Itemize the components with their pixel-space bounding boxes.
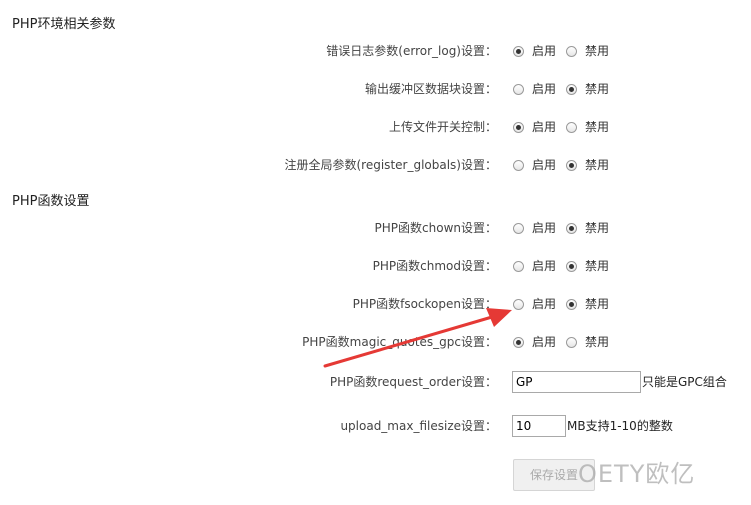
radio-label-disable: 禁用: [585, 44, 610, 58]
radio-group-chmod: 启用 禁用: [513, 255, 619, 277]
radio-register-globals-disable[interactable]: 禁用: [566, 154, 609, 176]
radio-label-enable: 启用: [532, 221, 557, 235]
upload-max-filesize-input[interactable]: [512, 415, 566, 437]
setting-label: 上传文件开关控制：: [388, 120, 497, 134]
radio-chmod-disable[interactable]: 禁用: [566, 255, 609, 277]
radio-register-globals-enable[interactable]: 启用: [513, 154, 556, 176]
setting-label: upload_max_filesize设置：: [340, 419, 497, 433]
radio-circle[interactable]: [513, 83, 524, 95]
radio-label-disable: 禁用: [585, 221, 610, 235]
setting-row-upload-max-filesize: upload_max_filesize设置： MB支持1-10的整数: [0, 415, 751, 437]
radio-output-buffer-disable[interactable]: 禁用: [566, 78, 609, 100]
radio-circle[interactable]: [566, 45, 578, 57]
setting-label: PHP函数fsockopen设置：: [352, 297, 497, 311]
setting-label: PHP函数chmod设置：: [372, 259, 497, 273]
radio-chown-enable[interactable]: 启用: [513, 217, 556, 239]
radio-group-magic-quotes-gpc: 启用 禁用: [513, 331, 619, 353]
setting-row-error-log: 错误日志参数(error_log)设置： 启用 禁用: [0, 40, 751, 62]
radio-label-enable: 启用: [532, 158, 557, 172]
request-order-input[interactable]: [512, 371, 641, 393]
setting-row-output-buffer: 输出缓冲区数据块设置： 启用 禁用: [0, 78, 751, 100]
radio-circle[interactable]: [513, 159, 524, 171]
radio-circle-checked[interactable]: [513, 45, 524, 57]
setting-label: 注册全局参数(register_globals)设置：: [284, 158, 498, 172]
radio-magic-quotes-gpc-disable[interactable]: 禁用: [566, 331, 609, 353]
watermark-logo: OETY欧亿: [578, 460, 696, 488]
radio-label-disable: 禁用: [585, 158, 610, 172]
radio-circle[interactable]: [566, 336, 578, 348]
upload-max-filesize-hint: MB支持1-10的整数: [567, 419, 673, 433]
setting-row-file-upload: 上传文件开关控制： 启用 禁用: [0, 116, 751, 138]
radio-label-disable: 禁用: [585, 120, 610, 134]
setting-row-chown: PHP函数chown设置： 启用 禁用: [0, 217, 751, 239]
setting-row-fsockopen: PHP函数fsockopen设置： 启用 禁用: [0, 293, 751, 315]
setting-label: PHP函数chown设置：: [374, 221, 497, 235]
radio-fsockopen-disable[interactable]: 禁用: [566, 293, 609, 315]
radio-error-log-enable[interactable]: 启用: [513, 40, 556, 62]
setting-label: PHP函数request_order设置：: [329, 375, 497, 389]
radio-output-buffer-enable[interactable]: 启用: [513, 78, 556, 100]
radio-group-error-log: 启用 禁用: [513, 40, 619, 62]
section-title-php-functions: PHP函数设置: [12, 194, 90, 209]
request-order-hint: 只能是GPC组合: [642, 375, 727, 389]
radio-label-disable: 禁用: [585, 82, 610, 96]
radio-fsockopen-enable[interactable]: 启用: [513, 293, 556, 315]
radio-circle-checked[interactable]: [566, 159, 578, 171]
radio-file-upload-disable[interactable]: 禁用: [566, 116, 609, 138]
radio-chown-disable[interactable]: 禁用: [566, 217, 609, 239]
save-settings-button[interactable]: 保存设置: [513, 459, 595, 491]
radio-group-fsockopen: 启用 禁用: [513, 293, 619, 315]
radio-group-output-buffer: 启用 禁用: [513, 78, 619, 100]
radio-label-enable: 启用: [532, 120, 557, 134]
section-title-php-env: PHP环境相关参数: [12, 17, 116, 32]
radio-circle-checked[interactable]: [513, 336, 524, 348]
radio-label-enable: 启用: [532, 82, 557, 96]
radio-circle-checked[interactable]: [566, 222, 578, 234]
setting-label: 输出缓冲区数据块设置：: [364, 82, 497, 96]
radio-group-register-globals: 启用 禁用: [513, 154, 619, 176]
radio-chmod-enable[interactable]: 启用: [513, 255, 556, 277]
radio-group-file-upload: 启用 禁用: [513, 116, 619, 138]
setting-label: 错误日志参数(error_log)设置：: [326, 44, 497, 58]
setting-row-chmod: PHP函数chmod设置： 启用 禁用: [0, 255, 751, 277]
radio-label-enable: 启用: [532, 335, 557, 349]
setting-row-register-globals: 注册全局参数(register_globals)设置： 启用 禁用: [0, 154, 751, 176]
radio-circle[interactable]: [566, 121, 578, 133]
setting-row-magic-quotes-gpc: PHP函数magic_quotes_gpc设置： 启用 禁用: [0, 331, 751, 353]
radio-label-disable: 禁用: [585, 297, 610, 311]
radio-magic-quotes-gpc-enable[interactable]: 启用: [513, 331, 556, 353]
radio-group-chown: 启用 禁用: [513, 217, 619, 239]
radio-circle-checked[interactable]: [513, 121, 524, 133]
radio-label-enable: 启用: [532, 44, 557, 58]
radio-circle[interactable]: [513, 260, 524, 272]
radio-label-enable: 启用: [532, 297, 557, 311]
radio-circle-checked[interactable]: [566, 260, 578, 272]
radio-circle-checked[interactable]: [566, 83, 578, 95]
setting-label: PHP函数magic_quotes_gpc设置：: [302, 335, 497, 349]
radio-circle[interactable]: [513, 222, 524, 234]
radio-label-enable: 启用: [532, 259, 557, 273]
radio-error-log-disable[interactable]: 禁用: [566, 40, 609, 62]
radio-label-disable: 禁用: [585, 259, 610, 273]
radio-circle[interactable]: [513, 298, 524, 310]
radio-circle-checked[interactable]: [566, 298, 578, 310]
radio-file-upload-enable[interactable]: 启用: [513, 116, 556, 138]
setting-row-request-order: PHP函数request_order设置： 只能是GPC组合: [0, 371, 751, 393]
radio-label-disable: 禁用: [585, 335, 610, 349]
